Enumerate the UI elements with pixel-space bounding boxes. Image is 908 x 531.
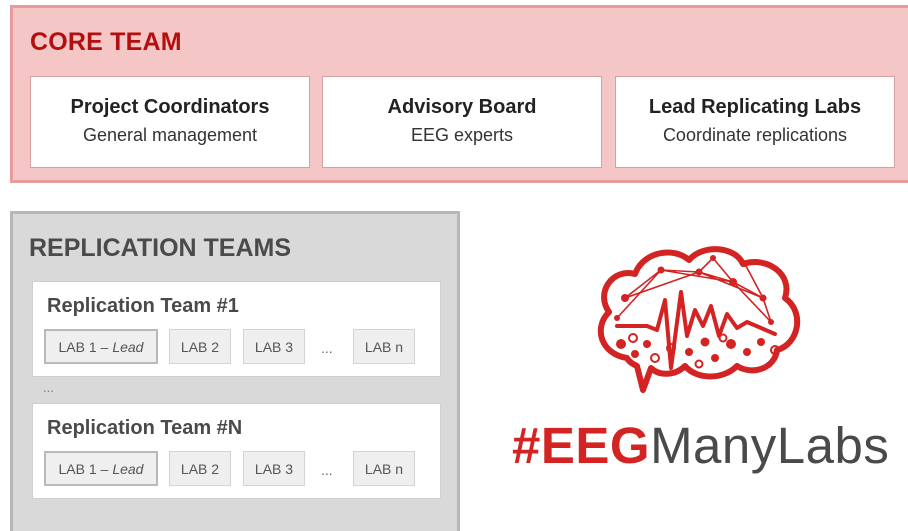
card-title: Advisory Board xyxy=(387,96,537,118)
lab-label: LAB 1 – xyxy=(58,338,109,355)
card-advisory-board: Advisory Board EEG experts xyxy=(322,76,602,168)
lab-ellipsis: ... xyxy=(321,462,333,478)
brand-wordmark: #EEGManyLabs xyxy=(512,416,889,475)
replication-team-1: Replication Team #1 LAB 1 – Lead LAB 2 LA… xyxy=(32,281,441,377)
card-subtitle: Coordinate replications xyxy=(662,125,848,145)
lab-ellipsis: ... xyxy=(321,340,333,356)
lab: LAB 3 xyxy=(243,329,305,364)
lab-lead: LAB 1 – Lead xyxy=(44,451,158,486)
lab: LAB n xyxy=(353,451,415,486)
lab: LAB n xyxy=(353,329,415,364)
team-title: Replication Team #1 xyxy=(47,295,239,317)
replication-teams-panel: REPLICATION TEAMS Replication Team #1 LA… xyxy=(10,211,460,531)
brand-bold: EEG xyxy=(540,417,651,474)
replication-team-n: Replication Team #N LAB 1 – Lead LAB 2 LA… xyxy=(32,403,441,499)
lead-tag: Lead xyxy=(112,338,144,355)
lab: LAB 2 xyxy=(169,329,231,364)
lab: LAB 3 xyxy=(243,451,305,486)
lab-label: LAB 1 – xyxy=(58,460,109,477)
teams-ellipsis: ... xyxy=(43,380,54,395)
card-title: Lead Replicating Labs xyxy=(648,96,862,118)
replication-teams-title: REPLICATION TEAMS xyxy=(29,234,292,262)
lead-tag: Lead xyxy=(112,460,144,477)
card-lead-replicating-labs: Lead Replicating Labs Coordinate replica… xyxy=(615,76,895,168)
card-project-coordinators: Project Coordinators General management xyxy=(30,76,310,168)
brain-eeg-icon xyxy=(597,246,801,393)
brand-rest: ManyLabs xyxy=(650,417,890,474)
core-team-title: CORE TEAM xyxy=(30,28,182,56)
team-title: Replication Team #N xyxy=(47,417,243,439)
card-subtitle: General management xyxy=(82,125,258,145)
card-subtitle: EEG experts xyxy=(410,125,514,145)
card-title: Project Coordinators xyxy=(70,96,270,118)
brand-hash: # xyxy=(512,417,541,474)
core-team-panel: CORE TEAM Project Coordinators General m… xyxy=(10,5,908,183)
lab: LAB 2 xyxy=(169,451,231,486)
lab-lead: LAB 1 – Lead xyxy=(44,329,158,364)
